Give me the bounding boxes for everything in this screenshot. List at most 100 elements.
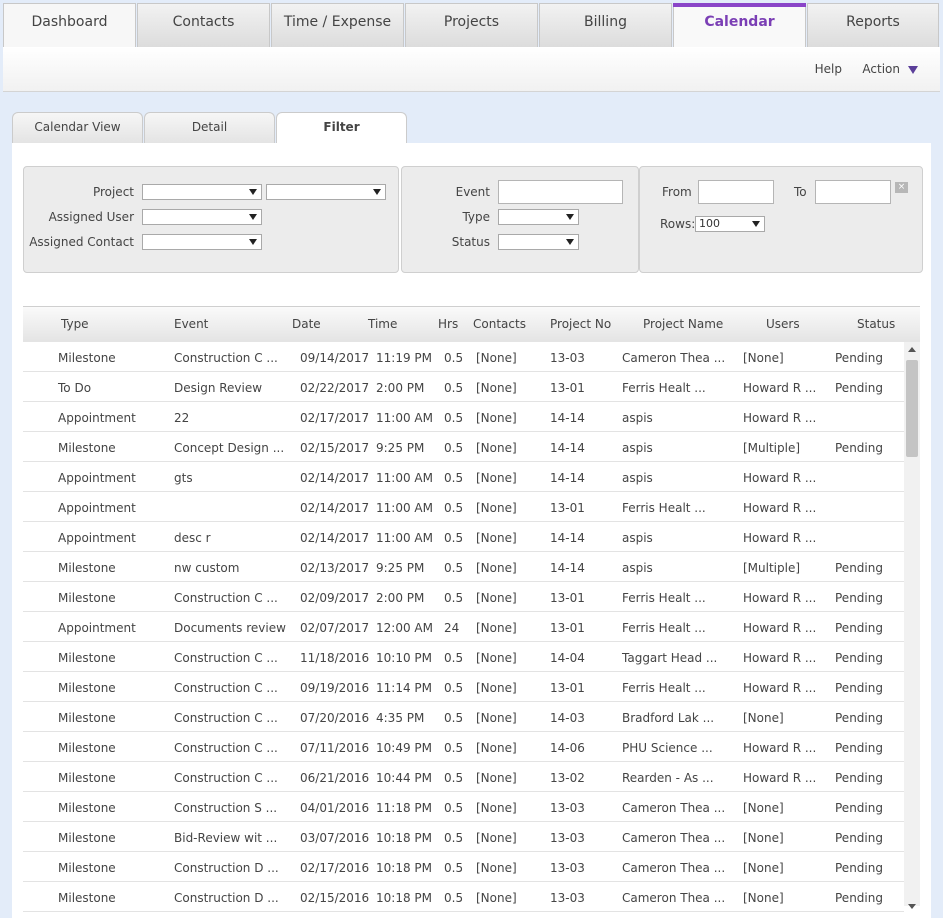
- to-date-input[interactable]: [815, 180, 891, 204]
- cell-contacts: [None]: [476, 651, 517, 665]
- table-row[interactable]: Milestone Construction C ... 09/19/2016 11:…: [23, 672, 904, 702]
- cell-status: Pending: [835, 561, 883, 575]
- cell-project-no: 14-14: [550, 411, 585, 425]
- tab-billing[interactable]: Billing: [539, 3, 672, 47]
- help-link[interactable]: Help: [815, 62, 842, 76]
- cell-users: [Multiple]: [743, 561, 801, 575]
- filter-box-assignment: Project Assigned User Assigned Contact: [23, 166, 399, 273]
- table-row[interactable]: Milestone Construction C ... 07/20/2016 4:3…: [23, 702, 904, 732]
- table-row[interactable]: Milestone Concept Design ... 02/15/2017 9:2…: [23, 432, 904, 462]
- table-row[interactable]: Milestone Construction S ... 04/01/2016 11:…: [23, 792, 904, 822]
- tab-calendar[interactable]: Calendar: [673, 3, 806, 47]
- table-scrollbar[interactable]: [904, 342, 920, 909]
- table-row[interactable]: Milestone nw custom 02/13/2017 9:25 PM 0.5 [N…: [23, 552, 904, 582]
- col-type[interactable]: Type: [61, 317, 89, 331]
- table-row[interactable]: Appointment gts 02/14/2017 11:00 AM 0.5 [None…: [23, 462, 904, 492]
- cell-date: 02/14/2017: [300, 501, 370, 515]
- cell-type: Appointment: [58, 531, 136, 545]
- table-row[interactable]: Milestone Construction D ... 02/17/2016 10:…: [23, 852, 904, 882]
- events-table-body: Milestone Construction C ... 09/14/2017 11:…: [23, 342, 904, 918]
- tab-dashboard[interactable]: Dashboard: [3, 3, 136, 47]
- cell-hrs: 0.5: [444, 861, 464, 875]
- main-nav: Dashboard Contacts Time / Expense Projec…: [3, 3, 940, 47]
- assigned-contact-select[interactable]: [142, 234, 262, 250]
- cell-project-no: 13-01: [550, 681, 585, 695]
- cell-event: Construction C ...: [174, 741, 278, 755]
- table-row[interactable]: Appointment desc r 02/14/2017 11:00 AM 0.5 [N…: [23, 522, 904, 552]
- cell-project-no: 14-14: [550, 531, 585, 545]
- col-status[interactable]: Status: [857, 317, 895, 331]
- dropdown-arrow-icon: [752, 221, 760, 227]
- cell-users: Howard R ...: [743, 501, 817, 515]
- cell-event: nw custom: [174, 561, 240, 575]
- cell-type: Milestone: [58, 711, 116, 725]
- table-row[interactable]: Milestone Bid-Review wit ... 03/07/2016 10:…: [23, 822, 904, 852]
- assigned-user-select[interactable]: [142, 209, 262, 225]
- cell-status: Pending: [835, 861, 883, 875]
- cell-hrs: 0.5: [444, 651, 464, 665]
- from-label: From: [662, 185, 692, 199]
- table-row[interactable]: Appointment 02/14/2017 11:00 AM 0.5 [None] 13…: [23, 492, 904, 522]
- table-row[interactable]: Milestone Construction C ... 07/11/2016 10:…: [23, 732, 904, 762]
- col-project-name[interactable]: Project Name: [643, 317, 723, 331]
- tab-contacts[interactable]: Contacts: [137, 3, 270, 47]
- project-select[interactable]: [142, 184, 262, 200]
- cell-type: Milestone: [58, 651, 116, 665]
- cell-contacts: [None]: [476, 801, 517, 815]
- clear-dates-icon[interactable]: ×: [895, 182, 908, 193]
- cell-time: 11:14 PM: [376, 681, 432, 695]
- tab-projects[interactable]: Projects: [405, 3, 538, 47]
- cell-date: 02/17/2016: [300, 861, 370, 875]
- cell-status: Pending: [835, 381, 883, 395]
- col-date[interactable]: Date: [292, 317, 321, 331]
- subtab-calendar-view[interactable]: Calendar View: [12, 112, 143, 143]
- cell-users: Howard R ...: [743, 531, 817, 545]
- project-sub-select[interactable]: [266, 184, 386, 200]
- cell-time: 10:18 PM: [376, 861, 432, 875]
- table-row[interactable]: Appointment 22 02/17/2017 11:00 AM 0.5 [None]…: [23, 402, 904, 432]
- col-hrs[interactable]: Hrs: [438, 317, 458, 331]
- cell-type: Milestone: [58, 741, 116, 755]
- cell-users: [None]: [743, 711, 784, 725]
- cell-contacts: [None]: [476, 711, 517, 725]
- table-row[interactable]: Milestone Construction C ... 02/09/2017 2:0…: [23, 582, 904, 612]
- col-project-no[interactable]: Project No: [550, 317, 611, 331]
- subtab-filter[interactable]: Filter: [276, 112, 407, 144]
- status-select[interactable]: [498, 234, 579, 250]
- col-event[interactable]: Event: [174, 317, 208, 331]
- tab-reports[interactable]: Reports: [807, 3, 939, 47]
- scroll-thumb[interactable]: [906, 360, 918, 457]
- table-row[interactable]: To Do Design Review 02/22/2017 2:00 PM 0.5 [N…: [23, 372, 904, 402]
- scroll-up-icon[interactable]: [908, 347, 916, 352]
- col-time[interactable]: Time: [368, 317, 397, 331]
- cell-status: Pending: [835, 771, 883, 785]
- cell-date: 02/09/2017: [300, 591, 370, 605]
- assigned-contact-label: Assigned Contact: [29, 235, 134, 249]
- col-users[interactable]: Users: [766, 317, 800, 331]
- table-row[interactable]: Milestone Construction C ... 11/18/2016 10:…: [23, 642, 904, 672]
- cell-hrs: 0.5: [444, 471, 464, 485]
- scroll-down-icon[interactable]: [908, 904, 916, 909]
- rows-select[interactable]: 100: [695, 216, 765, 232]
- table-row[interactable]: Milestone Construction D ... 02/15/2016 10:…: [23, 882, 904, 912]
- table-row[interactable]: Milestone Construction C ... 09/14/2017 11:…: [23, 342, 904, 372]
- from-date-input[interactable]: [698, 180, 774, 204]
- cell-type: Milestone: [58, 591, 116, 605]
- tab-time-expense[interactable]: Time / Expense: [271, 3, 404, 47]
- cell-project-no: 13-03: [550, 891, 585, 905]
- cell-users: [Multiple]: [743, 441, 801, 455]
- table-row[interactable]: Appointment Documents review 02/07/2017 12:…: [23, 612, 904, 642]
- col-contacts[interactable]: Contacts: [473, 317, 526, 331]
- cell-time: 11:00 AM: [376, 411, 433, 425]
- cell-time: 11:00 AM: [376, 531, 433, 545]
- cell-project-name: Cameron Thea ...: [622, 861, 726, 875]
- subtab-detail[interactable]: Detail: [144, 112, 275, 143]
- cell-users: [None]: [743, 861, 784, 875]
- table-row[interactable]: Milestone Construction C ... 06/21/2016 10:…: [23, 762, 904, 792]
- type-select[interactable]: [498, 209, 579, 225]
- dropdown-arrow-icon: [249, 239, 257, 245]
- cell-hrs: 0.5: [444, 771, 464, 785]
- action-menu[interactable]: Action: [862, 62, 918, 76]
- cell-contacts: [None]: [476, 351, 517, 365]
- event-input[interactable]: [498, 180, 623, 204]
